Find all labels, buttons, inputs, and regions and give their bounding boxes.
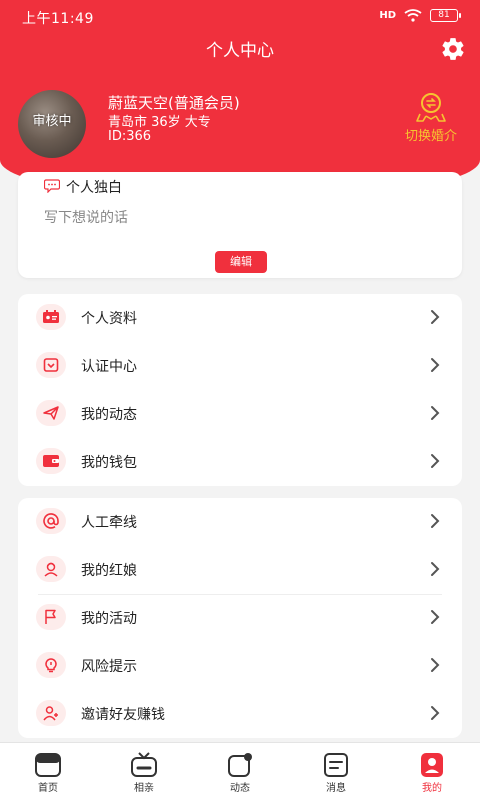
profile-card-icon [36,304,66,330]
battery-icon: 81 [430,9,461,22]
shield-check-icon [36,352,66,378]
tab-dating[interactable]: 相亲 [96,743,192,800]
monologue-card: 个人独白 写下想说的话 编辑 [18,172,462,278]
menu-item-label: 认证中心 [81,359,137,375]
tab-label: 消息 [326,783,346,794]
menu-item-matchmaker[interactable]: 我的红娘 [18,546,462,594]
chevron-right-icon [431,310,440,324]
chevron-right-icon [431,610,440,624]
edit-button[interactable]: 编辑 [215,251,267,273]
status-time: 上午11:49 [22,11,94,27]
review-status-badge: 审核中 [32,114,72,129]
add-user-icon [36,700,66,726]
tv-icon [131,752,157,777]
user-id: ID:366 [108,129,152,144]
tab-messages[interactable]: 消息 [288,743,384,800]
menu-item-risk-tips[interactable]: 风险提示 [18,642,462,690]
menu-item-activities[interactable]: 我的活动 [18,594,462,642]
menu-item-manual-match[interactable]: 人工牵线 [18,498,462,546]
avatar[interactable]: 审核中 [18,90,86,158]
chevron-right-icon [431,454,440,468]
switch-agency-label: 切换婚介 [404,129,457,144]
at-sign-icon [36,508,66,534]
status-bar: 上午11:49 HD 81 [0,0,480,34]
menu-group-secondary: 人工牵线 我的红娘 我的活动 风险提示 邀请好友赚钱 [18,498,462,738]
message-icon [324,753,348,777]
page-title: 个人中心 [206,41,274,61]
menu-item-profile[interactable]: 个人资料 [18,294,462,342]
monologue-text[interactable]: 写下想说的话 [44,207,128,227]
chat-bubble-icon [44,179,60,193]
menu-item-label: 我的活动 [81,611,137,627]
user-meta: 青岛市 36岁 大专 [108,115,211,130]
tab-moments[interactable]: 动态 [192,743,288,800]
person-icon [421,753,443,777]
tab-label: 我的 [422,783,442,794]
home-icon [35,753,61,777]
chevron-right-icon [431,358,440,372]
menu-item-moments[interactable]: 我的动态 [18,390,462,438]
chevron-right-icon [431,658,440,672]
moments-icon [228,753,252,777]
matchmaker-icon [36,556,66,582]
tab-label: 首页 [38,783,58,794]
chevron-right-icon [431,406,440,420]
menu-item-label: 邀请好友赚钱 [81,707,165,723]
menu-item-label: 我的钱包 [81,455,137,471]
gear-icon[interactable] [440,36,466,62]
menu-item-verification[interactable]: 认证中心 [18,342,462,390]
tab-mine[interactable]: 我的 [384,743,480,800]
status-icons: HD 81 [379,9,461,22]
wifi-icon [404,9,422,22]
chevron-right-icon [431,562,440,576]
menu-item-label: 人工牵线 [81,515,137,531]
tab-label: 相亲 [134,783,154,794]
menu-item-label: 我的红娘 [81,563,137,579]
bottom-tab-bar: 首页 相亲 动态 消息 我的 [0,742,480,800]
user-name: 蔚蓝天空(普通会员) [108,94,240,112]
menu-item-label: 风险提示 [81,659,137,675]
tab-home[interactable]: 首页 [0,743,96,800]
switch-agency-button[interactable]: 切换婚介 [398,92,464,144]
menu-item-label: 个人资料 [81,311,137,327]
chevron-right-icon [431,514,440,528]
signal-icon: HD [379,10,396,21]
monologue-title: 个人独白 [66,180,122,196]
flag-icon [36,604,66,630]
menu-item-wallet[interactable]: 我的钱包 [18,438,462,486]
menu-item-label: 我的动态 [81,407,137,423]
tab-label: 动态 [230,783,250,794]
switch-couple-icon [416,93,446,122]
paper-plane-icon [36,400,66,426]
menu-group-primary: 个人资料 认证中心 我的动态 我的钱包 [18,294,462,486]
lightbulb-icon [36,652,66,678]
menu-item-invite-friends[interactable]: 邀请好友赚钱 [18,690,462,738]
wallet-icon [36,448,66,474]
chevron-right-icon [431,706,440,720]
